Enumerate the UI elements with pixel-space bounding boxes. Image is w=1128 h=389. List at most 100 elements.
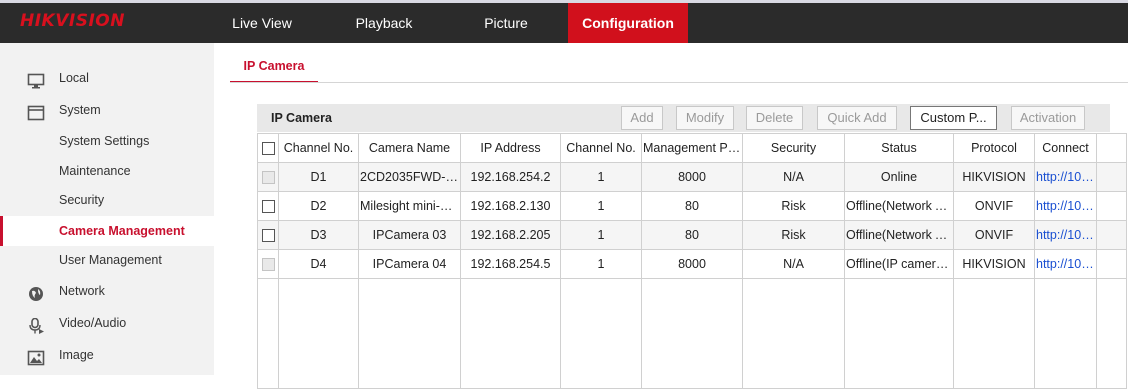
column-header[interactable]: Status (844, 133, 954, 163)
sidebar-item-image[interactable]: Image (0, 340, 214, 370)
sidebar-item-label: Local (59, 71, 89, 85)
tab-ip-camera[interactable]: IP Camera (230, 57, 318, 83)
row-checkbox[interactable] (261, 258, 275, 272)
camera-name-cell: 2CD2035FWD-I... (358, 162, 461, 192)
column-header[interactable]: IP Address (460, 133, 561, 163)
sidebar: Local System System Settings Maintenance… (0, 43, 214, 375)
sidebar-item-label: System (59, 103, 101, 117)
hikvision-logo: HIKVISION (20, 11, 125, 31)
channel-cell: D1 (278, 162, 359, 192)
sidebar-item-label: Image (59, 348, 94, 362)
sidebar-item-security[interactable]: Security (0, 185, 214, 215)
channel-no-cell: 1 (560, 162, 642, 192)
ip-address-cell: 192.168.2.205 (460, 220, 561, 250)
add-button[interactable]: Add (621, 106, 663, 130)
sidebar-item-label: Camera Management (59, 224, 185, 238)
ip-address-cell: 192.168.254.2 (460, 162, 561, 192)
security-cell: N/A (742, 249, 845, 279)
image-icon (27, 347, 45, 366)
table-row[interactable]: D3 IPCamera 03 192.168.2.205 1 80 Risk O… (257, 220, 1127, 250)
modify-button[interactable]: Modify (676, 106, 734, 130)
nav-live-view[interactable]: Live View (212, 3, 312, 43)
security-cell: N/A (742, 162, 845, 192)
row-checkbox[interactable] (261, 200, 275, 214)
security-cell: Risk (742, 220, 845, 250)
status-cell: Offline(IP camera... (844, 249, 954, 279)
column-header[interactable]: Protocol (953, 133, 1035, 163)
channel-cell: D3 (278, 220, 359, 250)
column-header[interactable]: Connect (1034, 133, 1097, 163)
protocol-cell: ONVIF (953, 220, 1035, 250)
top-nav-bar: HIKVISION Live View Playback Picture Con… (0, 0, 1128, 43)
management-port-cell: 80 (641, 191, 743, 221)
sidebar-item-network[interactable]: Network (0, 276, 214, 306)
panel-header: IP Camera Add Modify Delete Quick Add Cu… (257, 104, 1110, 132)
sidebar-item-label: User Management (59, 253, 162, 267)
nav-configuration[interactable]: Configuration (568, 3, 688, 43)
nav-playback[interactable]: Playback (334, 3, 434, 43)
table-row[interactable]: D4 IPCamera 04 192.168.254.5 1 8000 N/A … (257, 249, 1127, 279)
channel-cell: D2 (278, 191, 359, 221)
quick-add-button[interactable]: Quick Add (817, 106, 897, 130)
connect-link[interactable]: http://10.... (1034, 249, 1097, 279)
sidebar-item-user-management[interactable]: User Management (0, 245, 214, 275)
sidebar-item-system-settings[interactable]: System Settings (0, 126, 214, 156)
column-header[interactable]: Management Port (641, 133, 743, 163)
sidebar-item-label: Security (59, 193, 105, 207)
sidebar-item-label: Maintenance (59, 164, 131, 178)
ip-camera-table: Channel No. Camera Name IP Address Chann… (257, 133, 1127, 389)
tab-divider (230, 82, 1128, 83)
management-port-cell: 8000 (641, 249, 743, 279)
camera-name-cell: IPCamera 04 (358, 249, 461, 279)
table-header-row: Channel No. Camera Name IP Address Chann… (257, 133, 1127, 163)
ip-address-cell: 192.168.2.130 (460, 191, 561, 221)
camera-name-cell: Milesight mini-PTZ (358, 191, 461, 221)
main-content: IP Camera IP Camera Add Modify Delete Qu… (214, 43, 1128, 389)
column-header[interactable]: Channel No. (560, 133, 642, 163)
column-header[interactable]: Camera Name (358, 133, 461, 163)
column-header[interactable]: Security (742, 133, 845, 163)
row-checkbox[interactable] (261, 171, 275, 185)
status-cell: Offline(Network A... (844, 191, 954, 221)
delete-button[interactable]: Delete (746, 106, 803, 130)
nav-picture[interactable]: Picture (456, 3, 556, 43)
custom-protocol-button[interactable]: Custom P... (910, 106, 997, 130)
panel-title: IP Camera (271, 111, 332, 125)
select-all-checkbox[interactable] (261, 142, 275, 156)
microphone-icon (27, 315, 45, 334)
sidebar-item-local[interactable]: Local (0, 63, 214, 93)
protocol-cell: ONVIF (953, 191, 1035, 221)
sidebar-item-camera-management[interactable]: Camera Management (0, 216, 214, 246)
security-cell: Risk (742, 191, 845, 221)
globe-icon (27, 283, 45, 301)
status-cell: Offline(Network A... (844, 220, 954, 250)
camera-name-cell: IPCamera 03 (358, 220, 461, 250)
channel-no-cell: 1 (560, 191, 642, 221)
ip-address-cell: 192.168.254.5 (460, 249, 561, 279)
status-cell: Online (844, 162, 954, 192)
sidebar-item-system[interactable]: System (0, 95, 214, 125)
connect-link[interactable]: http://10.... (1034, 162, 1097, 192)
protocol-cell: HIKVISION (953, 162, 1035, 192)
channel-no-cell: 1 (560, 220, 642, 250)
sidebar-item-maintenance[interactable]: Maintenance (0, 156, 214, 186)
protocol-cell: HIKVISION (953, 249, 1035, 279)
table-empty-area (257, 278, 1127, 389)
channel-cell: D4 (278, 249, 359, 279)
monitor-icon (27, 70, 45, 89)
channel-no-cell: 1 (560, 249, 642, 279)
connect-link[interactable]: http://10.... (1034, 191, 1097, 221)
column-spacer (1096, 133, 1127, 163)
sidebar-item-label: Network (59, 284, 105, 298)
sidebar-item-video-audio[interactable]: Video/Audio (0, 308, 214, 338)
system-window-icon (27, 102, 45, 121)
table-row[interactable]: D2 Milesight mini-PTZ 192.168.2.130 1 80… (257, 191, 1127, 221)
management-port-cell: 8000 (641, 162, 743, 192)
sidebar-item-label: Video/Audio (59, 316, 127, 330)
select-all-cell (257, 133, 279, 163)
row-checkbox[interactable] (261, 229, 275, 243)
activation-button[interactable]: Activation (1011, 106, 1085, 130)
column-header[interactable]: Channel No. (278, 133, 359, 163)
connect-link[interactable]: http://10.... (1034, 220, 1097, 250)
table-row[interactable]: D1 2CD2035FWD-I... 192.168.254.2 1 8000 … (257, 162, 1127, 192)
